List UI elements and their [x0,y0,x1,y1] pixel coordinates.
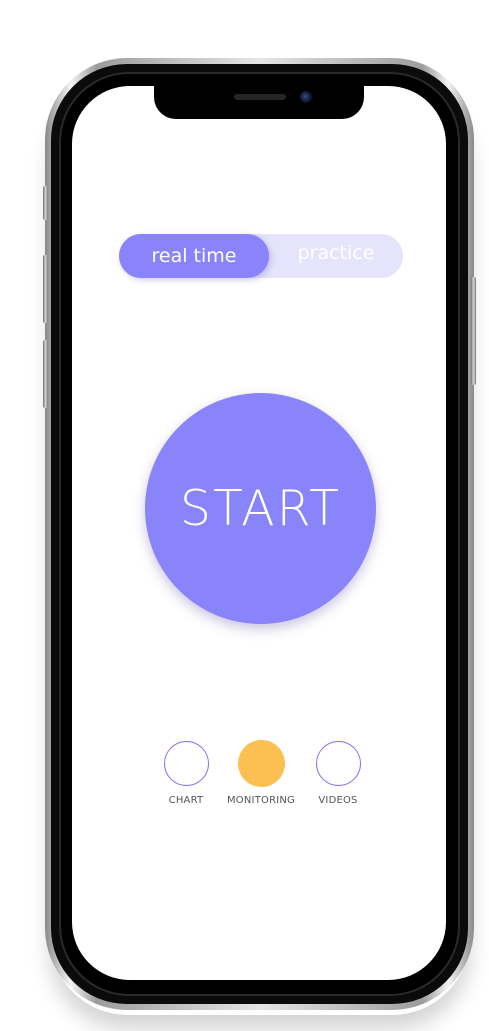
videos-icon[interactable] [315,741,361,786]
mute-switch [43,186,48,220]
nav-label-monitoring: MONITORING [226,795,296,806]
monitoring-icon[interactable] [237,740,285,787]
power-button [471,277,476,385]
notch [154,86,364,119]
speaker-grille [234,94,286,100]
nav-label-chart: CHART [168,795,204,806]
mode-toggle: real time practice [119,234,403,278]
front-camera-icon [300,91,312,103]
app-screen: real time practice START CHART MONITORIN… [72,86,446,980]
nav-label-videos: VIDEOS [318,795,358,806]
mode-real-time-tab[interactable]: real time [119,234,269,278]
device-mockup: real time practice START CHART MONITORIN… [0,0,489,1031]
mode-practice-tab[interactable]: practice [269,231,403,275]
volume-up-button [43,255,48,323]
start-button[interactable]: START [145,393,376,624]
volume-down-button [43,340,48,408]
nav-item-videos[interactable]: VIDEOS [288,741,388,806]
chart-icon[interactable] [163,741,209,786]
